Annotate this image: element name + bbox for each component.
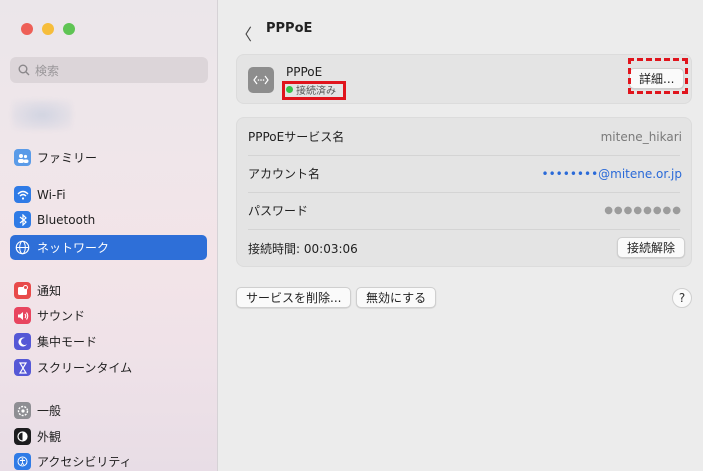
connection-name: PPPoE [286, 65, 323, 79]
window-controls [21, 23, 75, 35]
password-row: パスワード ●●●●●●●● [237, 192, 693, 229]
connect-time-label: 接続時間: 00:03:06 [248, 240, 358, 257]
general-icon [14, 402, 31, 419]
sidebar-item-label: サウンド [37, 309, 86, 323]
help-button[interactable]: ? [672, 288, 692, 308]
password-label: パスワード [248, 204, 309, 218]
account-name-row: アカウント名 ••••••••@mitene.or.jp [237, 155, 693, 192]
account-name-masked: •••••••• [541, 166, 599, 181]
account-name-domain: @mitene.or.jp [598, 166, 682, 181]
sidebar-item-label: Bluetooth [37, 212, 96, 227]
back-button[interactable]: 〈 [236, 21, 252, 45]
settings-window: 検索 ファミリー Wi-Fi Bluetooth ネットワーク 通知 サウンド … [0, 0, 703, 471]
sidebar-item-label: ネットワーク [37, 241, 110, 255]
sound-icon [14, 307, 31, 324]
wifi-icon [14, 186, 31, 203]
accessibility-icon [14, 453, 31, 470]
close-button[interactable] [21, 23, 33, 35]
sidebar-item-accessibility[interactable]: アクセシビリティ [10, 449, 207, 471]
sidebar-item-label: 集中モード [37, 335, 98, 349]
screentime-icon [14, 359, 31, 376]
service-name-row: PPPoEサービス名 mitene_hikari [237, 118, 693, 155]
minimize-button[interactable] [42, 23, 54, 35]
sidebar-item-label: 通知 [37, 284, 62, 298]
sidebar-item-network[interactable]: ネットワーク [10, 235, 207, 260]
connection-icon [248, 67, 274, 93]
account-name-label: アカウント名 [248, 167, 321, 181]
status-highlight-box [282, 81, 346, 100]
service-name-value[interactable]: mitene_hikari [601, 130, 682, 144]
notifications-icon [14, 282, 31, 299]
details-highlight-box [628, 58, 688, 94]
network-icon [14, 239, 31, 256]
sidebar-item-label: ファミリー [37, 151, 98, 165]
sidebar-item-label: 一般 [37, 404, 62, 418]
page-title: PPPoE [266, 21, 313, 36]
sidebar-item-appearance[interactable]: 外観 [10, 424, 207, 449]
zoom-button[interactable] [63, 23, 75, 35]
disconnect-button[interactable]: 接続解除 [617, 237, 686, 258]
search-input[interactable]: 検索 [10, 57, 208, 83]
password-value[interactable]: ●●●●●●●● [604, 205, 682, 216]
account-avatar[interactable] [12, 100, 72, 130]
connect-time-caption: 接続時間: [248, 242, 301, 256]
account-name-value[interactable]: ••••••••@mitene.or.jp [542, 167, 682, 181]
bluetooth-icon [14, 211, 31, 228]
delete-service-button[interactable]: サービスを削除... [236, 287, 352, 308]
search-placeholder: 検索 [35, 63, 60, 78]
connect-time-value: 00:03:06 [303, 242, 358, 256]
sidebar-item-screentime[interactable]: スクリーンタイム [10, 355, 207, 380]
details-card: PPPoEサービス名 mitene_hikari アカウント名 ••••••••… [236, 117, 692, 267]
sidebar: 検索 ファミリー Wi-Fi Bluetooth ネットワーク 通知 サウンド … [0, 0, 218, 471]
sidebar-item-sound[interactable]: サウンド [10, 303, 207, 328]
sidebar-item-general[interactable]: 一般 [10, 398, 207, 423]
search-icon [18, 64, 30, 76]
disable-button[interactable]: 無効にする [356, 287, 437, 308]
focus-icon [14, 333, 31, 350]
sidebar-item-bluetooth[interactable]: Bluetooth [10, 207, 207, 232]
sidebar-item-focus[interactable]: 集中モード [10, 329, 207, 354]
service-name-label: PPPoEサービス名 [248, 130, 345, 144]
appearance-icon [14, 428, 31, 445]
sidebar-item-label: スクリーンタイム [37, 361, 133, 375]
sidebar-item-family[interactable]: ファミリー [10, 145, 207, 170]
sidebar-item-wifi[interactable]: Wi-Fi [10, 182, 207, 207]
sidebar-item-label: Wi-Fi [37, 187, 66, 202]
sidebar-item-label: 外観 [37, 430, 62, 444]
family-icon [14, 149, 31, 166]
sidebar-item-label: アクセシビリティ [37, 455, 132, 469]
sidebar-item-notifications[interactable]: 通知 [10, 278, 207, 303]
